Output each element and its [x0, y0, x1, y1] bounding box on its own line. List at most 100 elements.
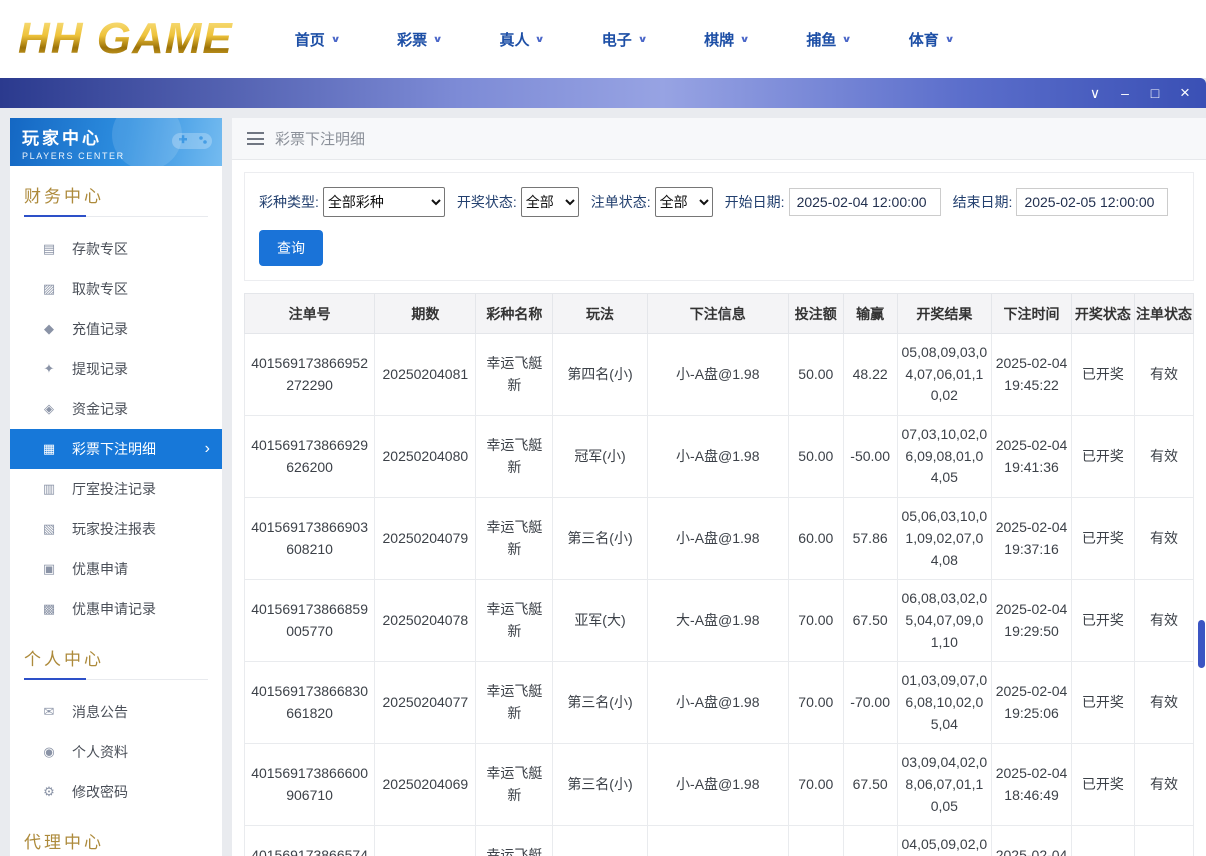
sidebar-item-label: 玩家投注报表 — [72, 519, 156, 539]
draw-status-select[interactable]: 全部 — [521, 187, 579, 217]
table-row: 40156917386692962620020250204080幸运飞艇新冠军(… — [245, 416, 1194, 498]
table-cell: 小-A盘@1.98 — [647, 416, 788, 498]
sidebar-item-recharge-records[interactable]: ◆充值记录 — [10, 309, 222, 349]
main-panel: 彩票下注明细 彩种类型: 全部彩种 开奖状态: 全部 注单状态: — [232, 118, 1206, 856]
table-cell: 07,03,10,02,06,09,08,01,04,05 — [897, 416, 992, 498]
window-maximize-button[interactable]: □ — [1140, 81, 1170, 105]
recharge-record-icon: ◆ — [40, 321, 58, 337]
table-cell: 幸运飞艇新 — [476, 334, 553, 416]
sidebar-item-promo-apply-records[interactable]: ▩优惠申请记录 — [10, 589, 222, 629]
sidebar-item-withdrawal-records[interactable]: ✦提现记录 — [10, 349, 222, 389]
table-cell: 03,09,04,02,08,06,07,01,10,05 — [897, 744, 992, 826]
user-icon: ◉ — [40, 744, 58, 760]
table-cell: 401569173866600906710 — [245, 744, 375, 826]
column-header: 投注额 — [788, 294, 843, 334]
lottery-type-label: 彩种类型: — [259, 192, 319, 212]
table-cell: 06,08,03,02,05,04,07,09,01,10 — [897, 580, 992, 662]
table-cell: 已开奖 — [1071, 662, 1134, 744]
table-cell: -70.00 — [843, 662, 897, 744]
table-cell: 60.00 — [788, 498, 843, 580]
top-header: HH GAME 首页∨彩票∨真人∨电子∨棋牌∨捕鱼∨体育∨ — [0, 0, 1206, 78]
scrollbar-thumb[interactable] — [1198, 620, 1205, 668]
nav-item-label: 电子 — [602, 29, 632, 50]
table-cell: -50.00 — [843, 416, 897, 498]
sidebar-item-promo-apply[interactable]: ▣ 优惠申请 — [10, 549, 222, 589]
column-header: 下注时间 — [992, 294, 1072, 334]
table-cell: 50.00 — [788, 334, 843, 416]
table-cell: 70.00 — [788, 744, 843, 826]
window-collapse-button[interactable]: ∨ — [1080, 81, 1110, 105]
table-cell: 已开奖 — [1071, 826, 1134, 856]
table-cell: 2025-02-04 19:37:16 — [992, 498, 1072, 580]
table-cell: 有效 — [1134, 498, 1193, 580]
nav-item-label: 首页 — [295, 29, 325, 50]
table-cell: 48.22 — [843, 334, 897, 416]
table-row: 40156917386685900577020250204078幸运飞艇新亚军(… — [245, 580, 1194, 662]
promo-apply-icon: ▣ — [40, 561, 58, 577]
table-cell: 01,03,09,07,06,08,10,02,05,04 — [897, 662, 992, 744]
start-date-input[interactable] — [789, 188, 941, 216]
end-date-input[interactable] — [1016, 188, 1168, 216]
table-cell: 幸运飞艇新 — [476, 416, 553, 498]
table-row: 40156917386690360821020250204079幸运飞艇新第三名… — [245, 498, 1194, 580]
sidebar-item-profile[interactable]: ◉个人资料 — [10, 732, 222, 772]
page-title: 彩票下注明细 — [275, 128, 365, 149]
table-cell: 2025-02-04 19:25:06 — [992, 662, 1072, 744]
draw-status-label: 开奖状态: — [457, 192, 517, 212]
sidebar-menu: 财务中心▤存款专区▨取款专区◆充值记录✦提现记录◈资金记录▦彩票下注明细›▥厅室… — [10, 182, 222, 856]
sidebar-item-change-password[interactable]: ⚙修改密码 — [10, 772, 222, 812]
table-cell: 20250204068 — [375, 826, 476, 856]
sidebar-item-fund-records[interactable]: ◈资金记录 — [10, 389, 222, 429]
nav-item-fishing[interactable]: 捕鱼∨ — [806, 29, 850, 50]
sidebar-item-label: 优惠申请 — [72, 559, 128, 579]
sidebar-item-deposit-zone[interactable]: ▤存款专区 — [10, 229, 222, 269]
sidebar-item-player-bet-report[interactable]: ▧玩家投注报表 — [10, 509, 222, 549]
table-cell: 04,05,09,02,03,07,10,06,01,08 — [897, 826, 992, 856]
nav-item-electronic[interactable]: 电子∨ — [602, 29, 646, 50]
table-cell: 67.50 — [843, 580, 897, 662]
table-cell: 已开奖 — [1071, 498, 1134, 580]
nav-item-label: 体育 — [909, 29, 939, 50]
nav-item-home[interactable]: 首页 ∨ — [295, 29, 339, 50]
table-cell: 05,06,03,10,01,09,02,07,04,08 — [897, 498, 992, 580]
table-cell: 有效 — [1134, 416, 1193, 498]
table-cell: 20250204079 — [375, 498, 476, 580]
column-header: 输赢 — [843, 294, 897, 334]
nav-item-live[interactable]: 真人∨ — [499, 29, 543, 50]
search-button[interactable]: 查询 — [259, 230, 323, 266]
table-cell: 60.00 — [788, 826, 843, 856]
table-cell: 401569173866830661820 — [245, 662, 375, 744]
table-cell: 小-A盘@1.98 — [647, 662, 788, 744]
table-cell: 大-A盘@1.98 — [647, 580, 788, 662]
lottery-type-select[interactable]: 全部彩种 — [323, 187, 445, 217]
sidebar-item-hall-bet-records[interactable]: ▥厅室投注记录 — [10, 469, 222, 509]
nav-item-chess[interactable]: 棋牌∨ — [704, 29, 748, 50]
sidebar-item-lottery-bet-details[interactable]: ▦彩票下注明细› — [10, 429, 222, 469]
sidebar-item-withdraw-zone[interactable]: ▨取款专区 — [10, 269, 222, 309]
table-cell: 2025-02-04 18:42:25 — [992, 826, 1072, 856]
sidebar-item-label: 资金记录 — [72, 399, 128, 419]
bell-icon: ✉ — [40, 704, 58, 720]
sidebar-item-messages[interactable]: ✉消息公告 — [10, 692, 222, 732]
table-row: 40156917386657456183020250204068幸运飞艇新第四名… — [245, 826, 1194, 856]
order-status-select[interactable]: 全部 — [655, 187, 713, 217]
filter-panel: 彩种类型: 全部彩种 开奖状态: 全部 注单状态: 全部 — [244, 172, 1194, 281]
logo[interactable]: HH GAME — [18, 17, 233, 61]
sidebar-item-label: 存款专区 — [72, 239, 128, 259]
menu-toggle-icon[interactable] — [247, 132, 264, 145]
window-close-button[interactable]: × — [1170, 81, 1200, 105]
sidebar-item-label: 优惠申请记录 — [72, 599, 156, 619]
nav-item-label: 捕鱼 — [806, 29, 836, 50]
table-cell: 冠军(小) — [553, 416, 647, 498]
table-cell: 57.86 — [843, 498, 897, 580]
window-minimize-button[interactable]: – — [1110, 81, 1140, 105]
table-cell: -60.00 — [843, 826, 897, 856]
table-cell: 401569173866574561830 — [245, 826, 375, 856]
top-nav: 首页∨彩票∨真人∨电子∨棋牌∨捕鱼∨体育∨ — [295, 29, 953, 50]
nav-item-lottery[interactable]: 彩票∨ — [397, 29, 441, 50]
table-cell: 20250204081 — [375, 334, 476, 416]
chevron-down-icon: ∨ — [740, 34, 750, 45]
nav-item-sports[interactable]: 体育∨ — [909, 29, 953, 50]
chevron-down-icon: ∨ — [330, 34, 340, 45]
table-cell: 幸运飞艇新 — [476, 744, 553, 826]
